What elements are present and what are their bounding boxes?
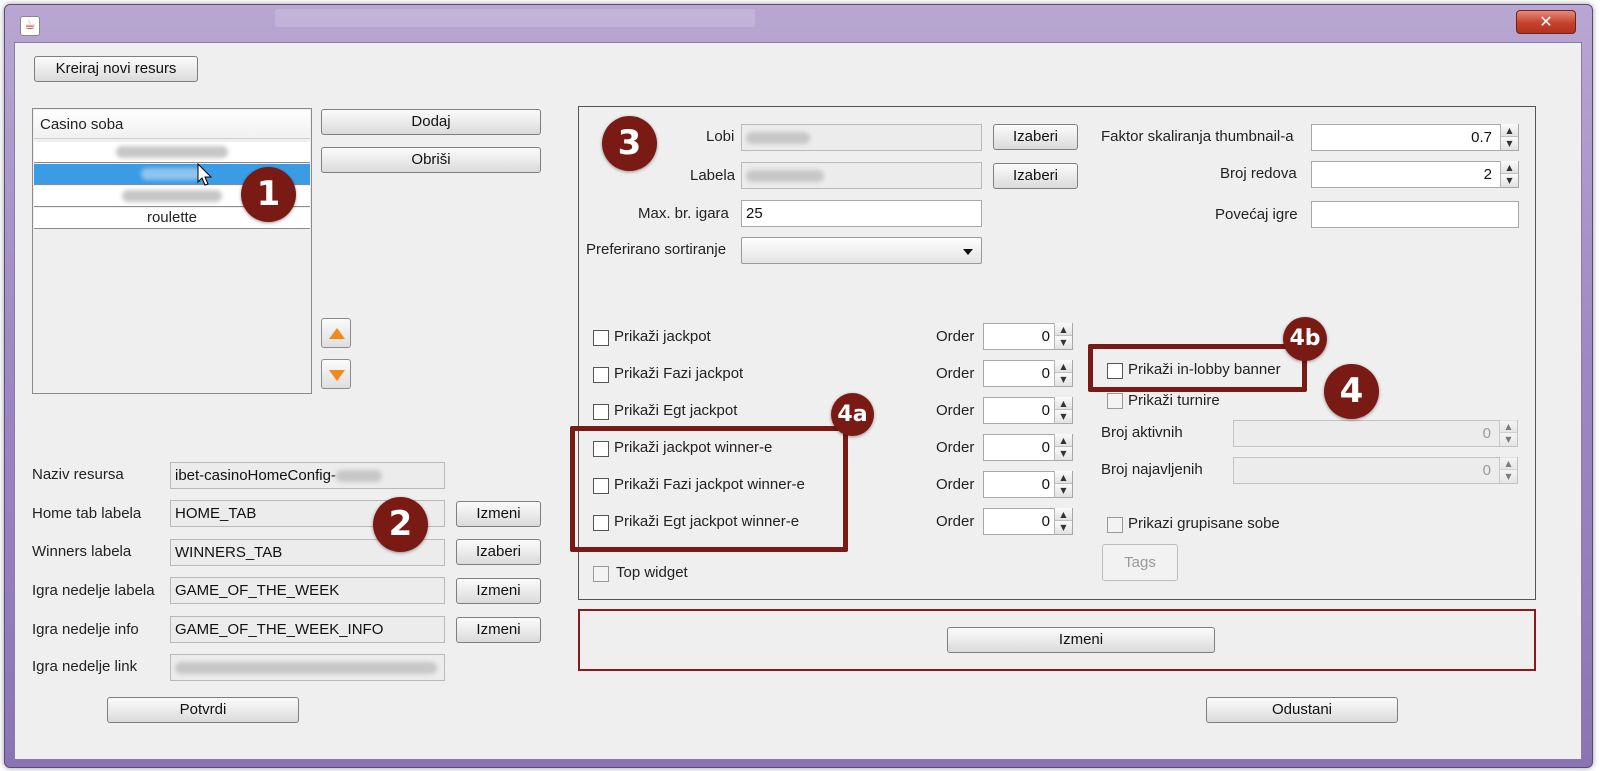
labela-label: Labela [690, 167, 736, 184]
order-spinner-arrows[interactable]: ▲ ▼ [1054, 323, 1072, 350]
delete-button[interactable]: Obriši [321, 147, 541, 173]
egt-jackpot-checkbox[interactable] [593, 404, 609, 420]
cancel-button[interactable]: Odustani [1206, 697, 1398, 723]
igra-info-field: GAME_OF_THE_WEEK_INFO [170, 616, 445, 643]
home-tab-label: Home tab labela [32, 505, 142, 522]
mouse-cursor-icon [197, 163, 213, 186]
igra-nedelje-label: Igra nedelje labela [32, 582, 155, 599]
naziv-resursa-label: Naziv resursa [32, 466, 124, 483]
order-label: Order [936, 402, 975, 419]
igra-nedelje-field: GAME_OF_THE_WEEK [170, 577, 445, 604]
list-header: Casino soba [34, 110, 310, 139]
arrow-down-icon [329, 370, 345, 381]
casino-room-list[interactable]: Casino soba roulette [32, 108, 312, 394]
turniri-label: Prikaži turnire [1128, 392, 1220, 409]
jackpot-checkbox[interactable] [593, 330, 609, 346]
move-down-button[interactable] [321, 359, 351, 389]
lobi-label: Lobi [706, 128, 735, 145]
broj-aktivnih-spinner: 0 [1233, 420, 1518, 447]
order-label: Order [936, 513, 975, 530]
add-button[interactable]: Dodaj [321, 109, 541, 135]
move-up-button[interactable] [321, 318, 351, 348]
igra-info-label: Igra nedelje info [32, 621, 139, 638]
igra-link-field [170, 654, 445, 681]
tags-button[interactable]: Tags [1102, 544, 1178, 581]
order-spinner-arrows[interactable]: ▲ ▼ [1054, 508, 1072, 535]
labela-field [741, 162, 982, 189]
turniri-checkbox[interactable] [1107, 393, 1123, 409]
order-label: Order [936, 328, 975, 345]
egt-jackpot-label: Prikaži Egt jackpot [614, 402, 738, 419]
max-igara-input[interactable]: 25 [741, 200, 982, 227]
igra-nedelje-edit-button[interactable]: Izmeni [456, 578, 541, 604]
faktor-spinner[interactable]: 0.7 [1311, 124, 1519, 151]
faktor-label: Faktor skaliranja thumbnail-a [1101, 128, 1294, 145]
povecaj-label: Povećaj igre [1215, 206, 1298, 223]
max-igara-label: Max. br. igara [638, 205, 729, 222]
broj-najavljenih-label: Broj najavljenih [1101, 461, 1203, 478]
broj-redova-spinner[interactable]: 2 [1311, 161, 1519, 188]
broj-redova-spinner-arrows[interactable]: ▲ ▼ [1500, 161, 1518, 188]
order-spinner-arrows[interactable]: ▲ ▼ [1054, 397, 1072, 424]
labela-choose-button[interactable]: Izaberi [993, 163, 1078, 189]
izmeni-button[interactable]: Izmeni [947, 627, 1215, 653]
povecaj-input[interactable] [1311, 201, 1519, 228]
naziv-resursa-field: ibet-casinoHomeConfig- [170, 462, 445, 489]
java-icon: ☕ [20, 16, 40, 36]
jackpot-label: Prikaži jackpot [614, 328, 711, 345]
title-bar [275, 9, 755, 27]
lobi-choose-button[interactable]: Izaberi [993, 124, 1078, 150]
fazi-jackpot-label: Prikaži Fazi jackpot [614, 365, 744, 382]
faktor-spinner-arrows[interactable]: ▲ ▼ [1500, 124, 1518, 151]
igra-info-edit-button[interactable]: Izmeni [456, 617, 541, 643]
winners-label: Winners labela [32, 543, 132, 560]
broj-najavljenih-spinner-arrows: ▲ ▼ [1499, 457, 1517, 484]
top-widget-checkbox[interactable] [593, 566, 609, 582]
close-window-button[interactable]: ✕ [1516, 10, 1576, 34]
winners-choose-button[interactable]: Izaberi [456, 539, 541, 565]
sort-label: Preferirano sortiranje [586, 241, 727, 258]
chevron-down-icon [963, 249, 973, 255]
annotation-badge-2: 2 [373, 497, 428, 552]
annotation-box-4a [570, 426, 848, 552]
sort-dropdown[interactable] [741, 237, 982, 264]
list-item[interactable] [34, 142, 310, 163]
broj-aktivnih-spinner-arrows: ▲ ▼ [1499, 420, 1517, 447]
annotation-badge-4: 4 [1324, 364, 1379, 419]
order-spinner-arrows[interactable]: ▲ ▼ [1054, 360, 1072, 387]
order-spinner-arrows[interactable]: ▲ ▼ [1054, 434, 1072, 461]
top-widget-label: Top widget [616, 564, 688, 581]
order-label: Order [936, 439, 975, 456]
annotation-badge-3: 3 [602, 116, 657, 171]
broj-redova-label: Broj redova [1220, 165, 1297, 182]
order-label: Order [936, 476, 975, 493]
grupisane-sobe-checkbox[interactable] [1107, 517, 1123, 533]
annotation-box-4b [1088, 344, 1307, 392]
broj-aktivnih-label: Broj aktivnih [1101, 424, 1183, 441]
order-label: Order [936, 365, 975, 382]
confirm-button[interactable]: Potvrdi [107, 697, 299, 723]
grupisane-sobe-label: Prikazi grupisane sobe [1128, 515, 1280, 532]
annotation-badge-4a: 4a [831, 393, 874, 436]
igra-link-label: Igra nedelje link [32, 658, 138, 675]
annotation-badge-1: 1 [241, 167, 296, 222]
arrow-up-icon [329, 328, 345, 339]
order-spinner-arrows[interactable]: ▲ ▼ [1054, 471, 1072, 498]
annotation-badge-4b: 4b [1283, 317, 1327, 361]
home-tab-edit-button[interactable]: Izmeni [456, 501, 541, 527]
fazi-jackpot-checkbox[interactable] [593, 367, 609, 383]
lobi-field [741, 124, 982, 151]
create-resource-button[interactable]: Kreiraj novi resurs [34, 56, 198, 82]
broj-najavljenih-spinner: 0 [1233, 457, 1518, 484]
